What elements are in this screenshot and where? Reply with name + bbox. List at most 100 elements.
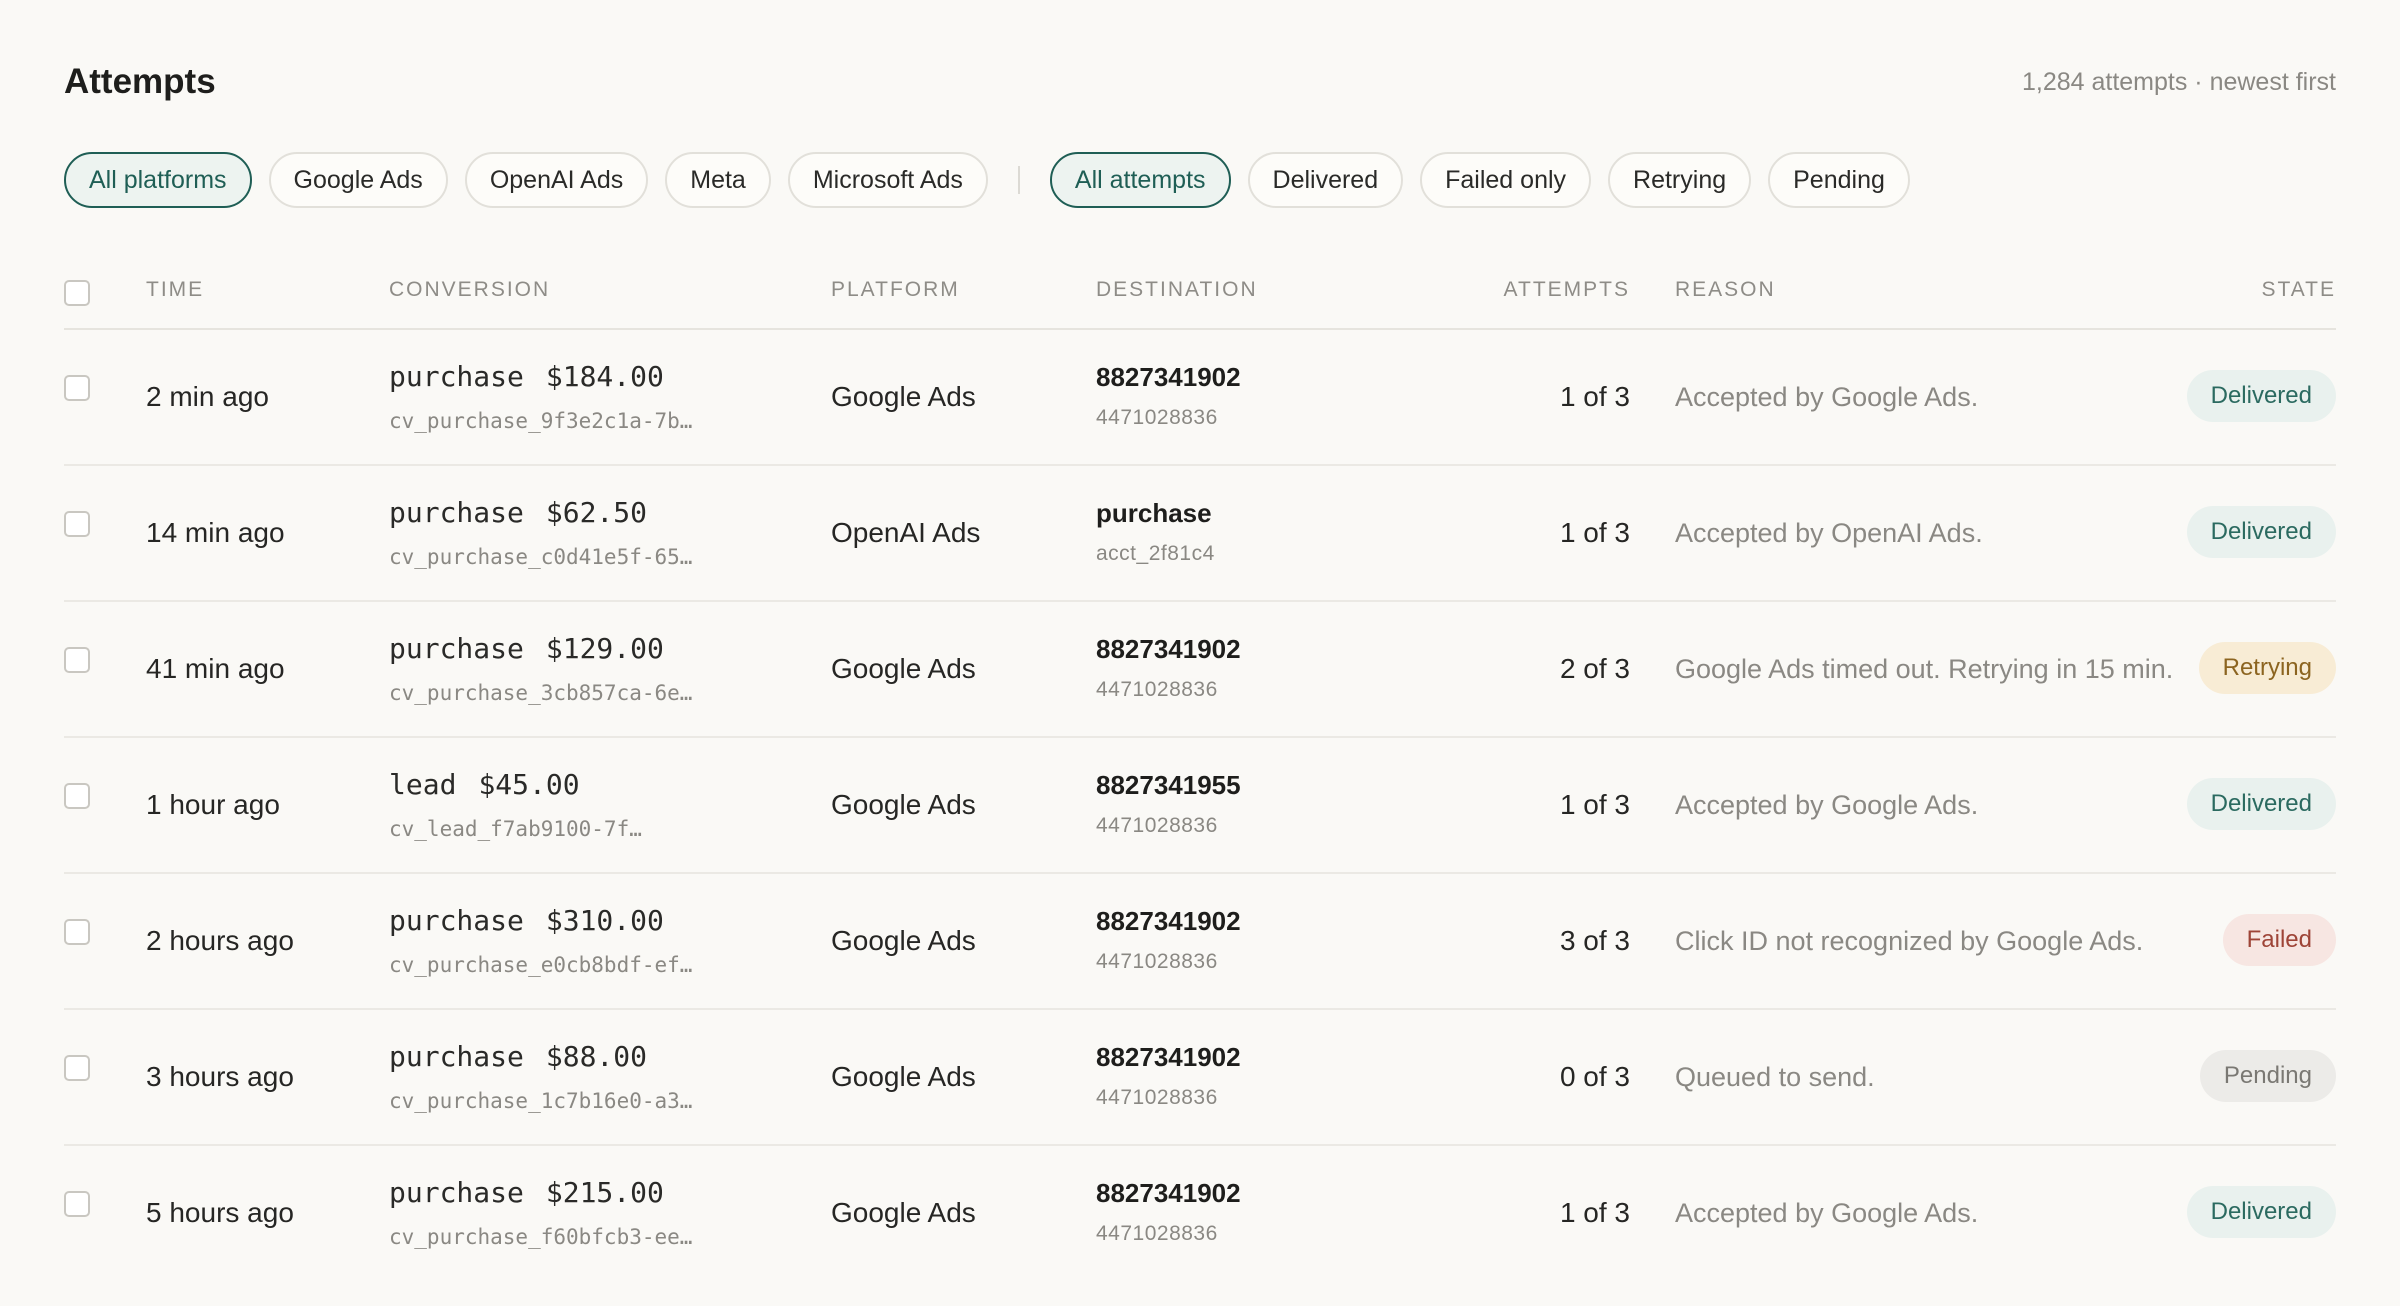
filter-chip-all-platforms[interactable]: All platforms <box>64 152 252 208</box>
status-badge: Delivered <box>2186 1186 2336 1238</box>
status-badge: Delivered <box>2186 506 2336 558</box>
row-platform: Google Ads <box>831 1061 976 1092</box>
row-conversion: lead $45.00 <box>389 768 580 801</box>
column-header-time[interactable]: TIME <box>146 278 204 302</box>
row-destination: 8827341955 <box>1096 770 1241 800</box>
row-time: 1 hour ago <box>146 789 280 820</box>
row-attempts: 0 of 3 <box>1559 1061 1630 1092</box>
table-row[interactable]: 5 hours ago purchase $215.00 cv_purchase_… <box>64 1146 2336 1280</box>
status-badge: Retrying <box>2198 642 2336 694</box>
table-row[interactable]: 2 hours ago purchase $310.00 cv_purchase_… <box>64 874 2336 1010</box>
status-badge: Delivered <box>2186 370 2336 422</box>
filter-chip-all-attempts[interactable]: All attempts <box>1049 152 1231 208</box>
status-badge: Failed <box>2222 914 2336 966</box>
status-badge: Pending <box>2199 1050 2336 1102</box>
row-conversion-amount: $88.00 <box>545 1040 648 1073</box>
filter-chip-retrying[interactable]: Retrying <box>1608 152 1752 208</box>
column-header-reason[interactable]: REASON <box>1675 278 1776 302</box>
row-destination-account: 4471028836 <box>1096 1086 1218 1109</box>
table-row[interactable]: 2 min ago purchase $184.00 cv_purchase_9f… <box>64 330 2336 466</box>
row-destination-account: 4471028836 <box>1096 678 1218 701</box>
filter-bar: All platforms Google Ads OpenAI Ads Meta… <box>64 152 1927 208</box>
column-header-conversion[interactable]: CONVERSION <box>389 278 550 302</box>
row-destination-account: acct_2f81c4 <box>1096 542 1215 565</box>
row-conversion: purchase $310.00 <box>389 904 664 937</box>
row-conversion-id: cv_purchase_1c7b16e0-a3… <box>389 1089 693 1113</box>
row-conversion-event: purchase <box>389 360 524 393</box>
row-conversion-id: cv_purchase_f60bfcb3-ee… <box>389 1225 693 1249</box>
row-checkbox[interactable] <box>64 647 90 673</box>
select-all-checkbox[interactable] <box>64 280 90 306</box>
row-destination: 8827341902 <box>1096 1178 1241 1208</box>
row-checkbox[interactable] <box>64 1191 90 1217</box>
row-destination: 8827341902 <box>1096 1042 1241 1072</box>
filter-divider <box>1017 166 1020 194</box>
column-header-attempts[interactable]: ATTEMPTS <box>1504 278 1630 302</box>
filter-chip-delivered[interactable]: Delivered <box>1247 152 1404 208</box>
row-conversion: purchase $88.00 <box>389 1040 647 1073</box>
filter-chip-google-ads[interactable]: Google Ads <box>268 152 448 208</box>
table-row[interactable]: 14 min ago purchase $62.50 cv_purchase_c0… <box>64 466 2336 602</box>
row-checkbox[interactable] <box>64 1055 90 1081</box>
row-platform: Google Ads <box>831 1197 976 1228</box>
table-row[interactable]: 1 hour ago lead $45.00 cv_lead_f7ab9100-7… <box>64 738 2336 874</box>
row-destination: 8827341902 <box>1096 634 1241 664</box>
row-attempts: 1 of 3 <box>1559 517 1630 548</box>
row-conversion-amount: $184.00 <box>545 360 664 393</box>
page-title: Attempts <box>64 62 216 101</box>
row-conversion-event: purchase <box>389 904 524 937</box>
row-destination: 8827341902 <box>1096 362 1241 392</box>
column-header-destination[interactable]: DESTINATION <box>1096 278 1258 302</box>
row-conversion-event: lead <box>389 768 457 801</box>
filter-chip-failed-only[interactable]: Failed only <box>1420 152 1592 208</box>
table-row[interactable]: 3 hours ago purchase $88.00 cv_purchase_1… <box>64 1010 2336 1146</box>
row-conversion-id: cv_purchase_c0d41e5f-65… <box>389 545 693 569</box>
row-destination-account: 4471028836 <box>1096 814 1218 837</box>
attempts-summary: 1,284 attempts · newest first <box>2021 67 2336 96</box>
row-conversion: purchase $62.50 <box>389 496 647 529</box>
row-conversion-id: cv_purchase_9f3e2c1a-7b… <box>389 409 693 433</box>
row-destination-account: 4471028836 <box>1096 950 1218 973</box>
filter-chip-meta[interactable]: Meta <box>665 152 771 208</box>
row-conversion-amount: $62.50 <box>545 496 648 529</box>
row-platform: Google Ads <box>831 653 976 684</box>
filter-chip-openai-ads[interactable]: OpenAI Ads <box>464 152 649 208</box>
row-time: 41 min ago <box>146 653 285 684</box>
row-checkbox[interactable] <box>64 375 90 401</box>
table-header: TIME CONVERSION PLATFORM DESTINATION ATT… <box>64 258 2336 330</box>
row-conversion-id: cv_purchase_3cb857ca-6e… <box>389 681 693 705</box>
row-conversion-event: purchase <box>389 1040 524 1073</box>
column-header-state[interactable]: STATE <box>2261 278 2336 302</box>
row-conversion-id: cv_lead_f7ab9100-7f… <box>389 817 642 841</box>
row-conversion-id: cv_purchase_e0cb8bdf-ef… <box>389 953 693 977</box>
filter-chip-pending[interactable]: Pending <box>1768 152 1910 208</box>
row-destination: purchase <box>1096 498 1212 528</box>
column-header-platform[interactable]: PLATFORM <box>831 278 960 302</box>
row-conversion-event: purchase <box>389 1176 524 1209</box>
row-time: 2 min ago <box>146 381 269 412</box>
table-row[interactable]: 41 min ago purchase $129.00 cv_purchase_3… <box>64 602 2336 738</box>
row-attempts: 1 of 3 <box>1559 789 1630 820</box>
row-conversion-event: purchase <box>389 632 524 665</box>
row-platform: Google Ads <box>831 925 976 956</box>
row-conversion: purchase $184.00 <box>389 360 664 393</box>
row-reason: Accepted by Google Ads. <box>1675 790 1979 820</box>
row-destination-account: 4471028836 <box>1096 406 1218 429</box>
page-header: Attempts 1,284 attempts · newest first <box>64 58 2336 106</box>
row-checkbox[interactable] <box>64 511 90 537</box>
row-conversion-amount: $215.00 <box>545 1176 664 1209</box>
row-conversion-event: purchase <box>389 496 524 529</box>
row-reason: Queued to send. <box>1675 1062 1875 1092</box>
row-conversion-amount: $45.00 <box>478 768 580 801</box>
row-reason: Accepted by Google Ads. <box>1675 1198 1979 1228</box>
row-checkbox[interactable] <box>64 783 90 809</box>
row-conversion-amount: $129.00 <box>545 632 664 665</box>
row-platform: Google Ads <box>831 789 976 820</box>
row-reason: Click ID not recognized by Google Ads. <box>1675 926 2144 956</box>
filter-chip-microsoft-ads[interactable]: Microsoft Ads <box>787 152 988 208</box>
row-attempts: 2 of 3 <box>1559 653 1630 684</box>
row-time: 5 hours ago <box>146 1197 294 1228</box>
row-time: 14 min ago <box>146 517 285 548</box>
row-reason: Accepted by Google Ads. <box>1675 382 1979 412</box>
row-checkbox[interactable] <box>64 919 90 945</box>
